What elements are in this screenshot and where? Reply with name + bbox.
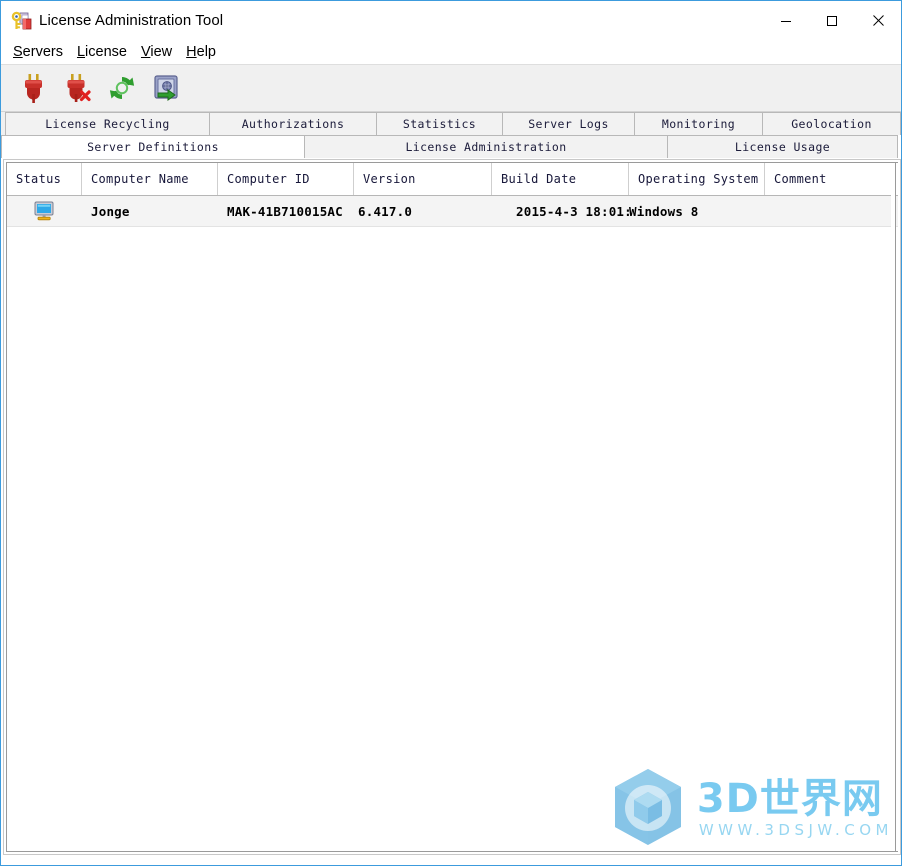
tab-server-logs-label: Server Logs [528,117,609,131]
plug-remove-icon [67,74,91,102]
tab-license-usage[interactable]: License Usage [667,135,898,158]
menu-license-accel: L [76,43,86,60]
close-button[interactable] [855,1,901,40]
tab-license-administration-label: License Administration [405,140,567,154]
menu-servers-accel: S [13,43,23,60]
cell-version: 6.417.0 [358,203,413,219]
menu-servers[interactable]: Servers [8,43,72,62]
menu-license[interactable]: License [72,43,136,62]
tab-license-usage-label: License Usage [734,140,831,154]
grid-header-row: Status Computer Name Computer ID Version… [7,163,898,196]
tab-row-2: Server Definitions License Administratio… [1,135,901,159]
cell-status [7,196,82,226]
cell-computer-id: MAK-41B710015AC [227,203,343,219]
cell-build-date: 2015-4-3 18:01: [516,203,629,219]
tab-geolocation[interactable]: Geolocation [762,112,901,135]
tab-authorizations-label: Authorizations [241,117,345,131]
tab-license-administration[interactable]: License Administration [304,135,668,158]
menu-view-label: iew [150,43,173,60]
window-title: License Administration Tool [39,12,224,29]
column-header-version[interactable]: Version [354,163,492,195]
tab-geolocation-label: Geolocation [791,117,872,131]
menu-help-label: elp [196,43,216,60]
cell-comment [765,196,898,226]
cell-computer-name: Jonge [91,203,130,219]
tab-statistics-label: Statistics [402,117,477,131]
tab-strip: License Recycling Authorizations Statist… [1,112,901,159]
tab-server-logs[interactable]: Server Logs [502,112,635,135]
column-header-computer-id[interactable]: Computer ID [218,163,354,195]
tab-monitoring-label: Monitoring [661,117,736,131]
minimize-button[interactable] [763,1,809,40]
tab-monitoring[interactable]: Monitoring [634,112,763,135]
menu-license-label: icense [85,43,127,60]
tab-license-recycling[interactable]: License Recycling [5,112,210,135]
column-header-build-date[interactable]: Build Date [492,163,629,195]
export-licenses-button[interactable] [149,71,183,105]
menu-help-accel: H [186,43,197,60]
tab-authorizations[interactable]: Authorizations [209,112,377,135]
menu-view-accel: V [140,43,151,60]
toolbar [1,64,901,112]
column-header-comment[interactable]: Comment [765,163,898,195]
vertical-scrollbar[interactable] [891,162,896,852]
window-controls [763,1,901,40]
plug-icon [25,74,42,103]
tab-license-recycling-label: License Recycling [45,117,170,131]
server-definitions-grid: Status Computer Name Computer ID Version… [6,162,898,852]
connect-server-button[interactable] [17,71,51,105]
title-bar: License Administration Tool [1,1,901,40]
refresh-button[interactable] [105,71,139,105]
computer-icon [34,201,54,221]
column-header-computer-name[interactable]: Computer Name [82,163,218,195]
menu-help[interactable]: Help [181,43,225,62]
disconnect-server-button[interactable] [61,71,95,105]
column-header-status[interactable]: Status [7,163,82,195]
menu-servers-label: ervers [22,43,63,60]
table-row[interactable]: Jonge MAK-41B710015AC 6.417.0 2015-4-3 1… [7,196,898,227]
tab-server-definitions-label: Server Definitions [87,140,219,154]
cell-operating-system: Windows 8 [629,203,699,219]
tab-row-1: License Recycling Authorizations Statist… [1,112,901,135]
maximize-button[interactable] [809,1,855,40]
tab-server-definitions[interactable]: Server Definitions [1,135,305,159]
safe-export-icon [154,75,178,101]
menu-view[interactable]: View [136,43,181,62]
grid-body: Jonge MAK-41B710015AC 6.417.0 2015-4-3 1… [7,196,898,227]
column-header-operating-system[interactable]: Operating System [629,163,765,195]
license-administration-window: License Administration Tool Servers Lice… [0,0,902,866]
tab-statistics[interactable]: Statistics [376,112,503,135]
menu-bar: Servers License View Help [1,40,901,64]
refresh-icon [109,77,135,99]
key-license-icon [10,10,32,32]
